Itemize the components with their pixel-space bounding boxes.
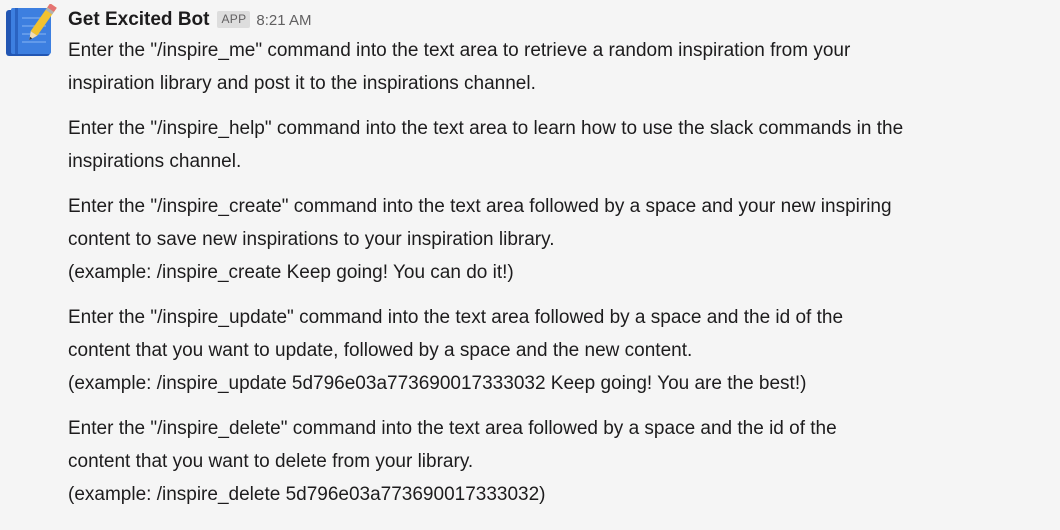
sender-name[interactable]: Get Excited Bot — [68, 6, 209, 34]
timestamp[interactable]: 8:21 AM — [256, 7, 311, 35]
bot-avatar[interactable] — [2, 4, 58, 60]
message-paragraph-inspire-create: Enter the "/inspire_create" command into… — [68, 190, 1052, 289]
message-line: (example: /inspire_delete 5d796e03a77369… — [68, 484, 546, 505]
message-paragraph-inspire-help: Enter the "/inspire_help" command into t… — [68, 112, 1052, 178]
message-line: content that you want to delete from you… — [68, 451, 474, 472]
message-paragraph-inspire-delete: Enter the "/inspire_delete" command into… — [68, 412, 1052, 511]
message-line: inspiration library and post it to the i… — [68, 73, 536, 94]
message-line: Enter the "/inspire_delete" command into… — [68, 418, 837, 439]
notebook-pencil-icon — [2, 4, 58, 60]
message-line: Enter the "/inspire_create" command into… — [68, 196, 892, 217]
message-line: content that you want to update, followe… — [68, 340, 693, 361]
app-badge: APP — [217, 11, 251, 28]
message-line: Enter the "/inspire_help" command into t… — [68, 118, 904, 139]
message-paragraph-inspire-update: Enter the "/inspire_update" command into… — [68, 301, 1052, 400]
message-line: Enter the "/inspire_update" command into… — [68, 307, 844, 328]
message-paragraph-inspire-me: Enter the "/inspire_me" command into the… — [68, 34, 1052, 100]
message-content: Get Excited Bot APP 8:21 AM Enter the "/… — [68, 6, 1052, 511]
message-line: content to save new inspirations to your… — [68, 229, 555, 250]
message-line: inspirations channel. — [68, 151, 242, 172]
message-line: (example: /inspire_update 5d796e03a77369… — [68, 373, 807, 394]
chat-message: Get Excited Bot APP 8:21 AM Enter the "/… — [0, 0, 1060, 530]
message-header: Get Excited Bot APP 8:21 AM — [68, 6, 1052, 34]
message-line: (example: /inspire_create Keep going! Yo… — [68, 262, 514, 283]
message-line: Enter the "/inspire_me" command into the… — [68, 40, 851, 61]
